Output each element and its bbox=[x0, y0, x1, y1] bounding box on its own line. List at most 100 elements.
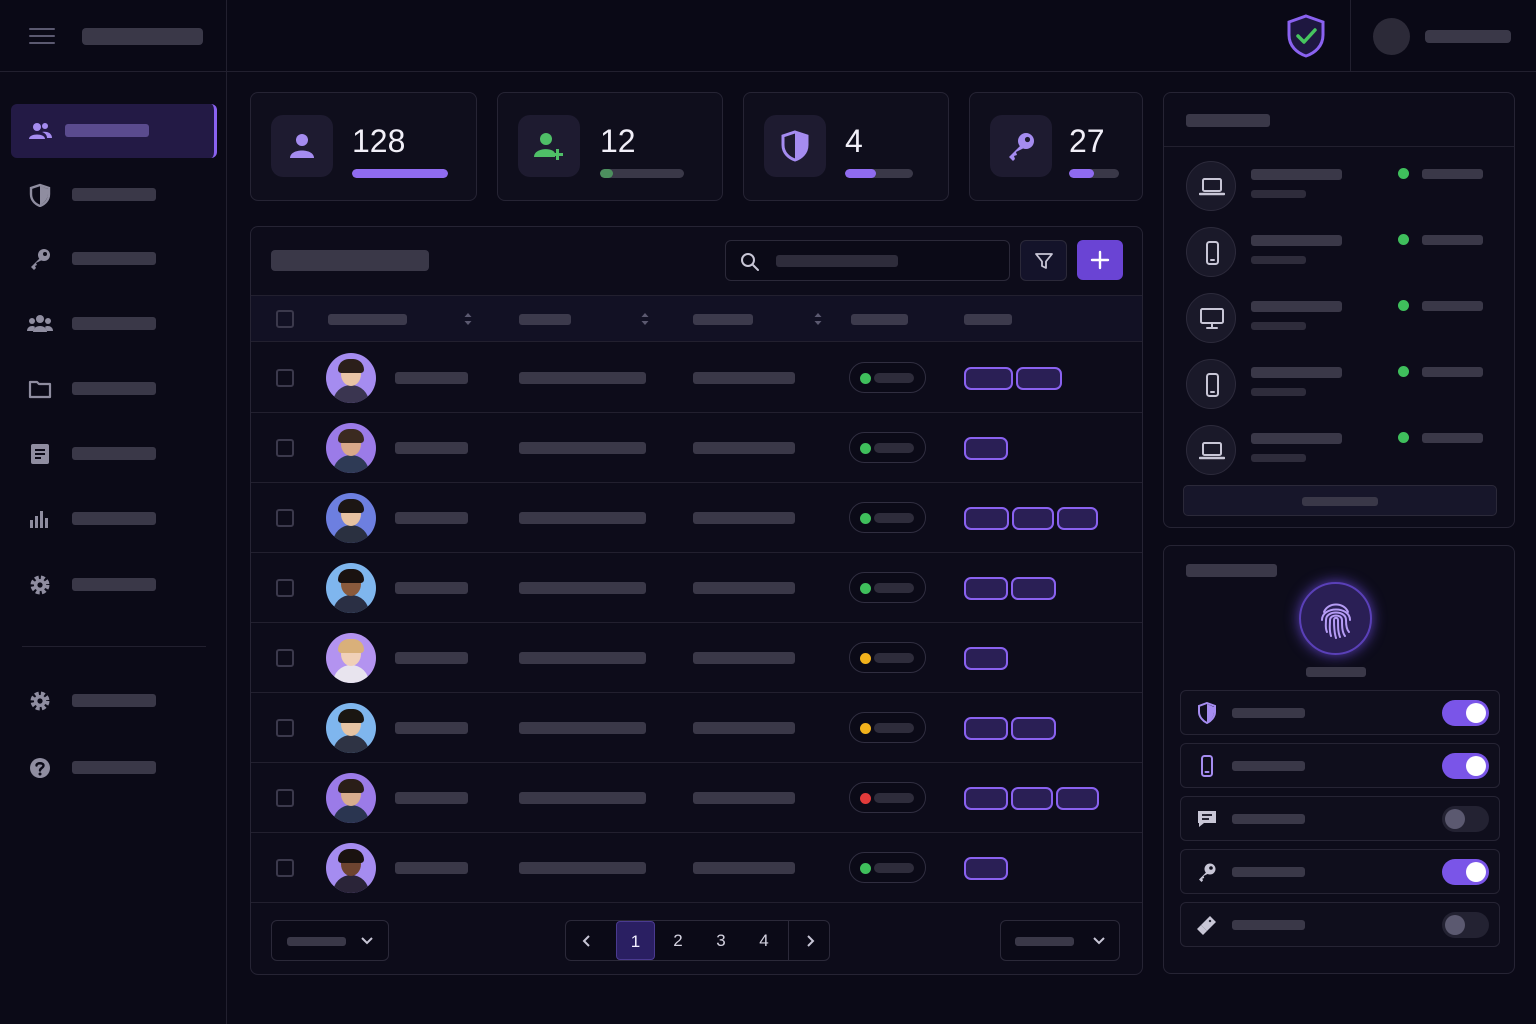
table-row[interactable] bbox=[251, 553, 1142, 623]
row-checkbox[interactable] bbox=[276, 579, 294, 597]
device-item[interactable] bbox=[1164, 287, 1514, 347]
sidebar-item-settings[interactable] bbox=[11, 558, 217, 612]
avatar bbox=[326, 703, 376, 753]
sidebar-item-documents[interactable] bbox=[11, 427, 217, 481]
role-tag[interactable] bbox=[1011, 577, 1056, 600]
role-tag[interactable] bbox=[1011, 787, 1053, 810]
filter-button[interactable] bbox=[1020, 240, 1067, 281]
row-checkbox[interactable] bbox=[276, 369, 294, 387]
sidebar-item-help[interactable] bbox=[11, 741, 217, 795]
option-toggle[interactable] bbox=[1442, 806, 1489, 832]
page-button-3[interactable]: 3 bbox=[700, 921, 742, 960]
sort-select[interactable] bbox=[1000, 920, 1120, 961]
user-name-cell[interactable] bbox=[395, 512, 468, 524]
column-header[interactable] bbox=[519, 314, 571, 325]
rows-per-page-select[interactable] bbox=[271, 920, 389, 961]
table-row[interactable] bbox=[251, 833, 1142, 903]
device-item[interactable] bbox=[1164, 353, 1514, 413]
column-header[interactable] bbox=[693, 314, 753, 325]
sort-icon[interactable] bbox=[813, 310, 823, 328]
menu-button[interactable] bbox=[26, 24, 58, 48]
page-button-4[interactable]: 4 bbox=[743, 921, 785, 960]
sidebar-item-label bbox=[72, 382, 156, 395]
stat-icon bbox=[271, 115, 333, 177]
device-item[interactable] bbox=[1164, 419, 1514, 479]
role-tag[interactable] bbox=[964, 367, 1013, 390]
security-status-icon[interactable] bbox=[1284, 13, 1328, 59]
role-tag[interactable] bbox=[964, 647, 1008, 670]
avatar[interactable] bbox=[1373, 18, 1410, 55]
user-name-cell[interactable] bbox=[395, 652, 468, 664]
role-tag[interactable] bbox=[964, 577, 1008, 600]
sidebar-item-reports[interactable] bbox=[11, 492, 217, 546]
stat-card-new-users[interactable]: 12 bbox=[497, 92, 723, 201]
option-toggle[interactable] bbox=[1442, 859, 1489, 885]
table-row[interactable] bbox=[251, 693, 1142, 763]
phone-icon bbox=[1206, 373, 1219, 397]
avatar-body bbox=[333, 875, 369, 893]
option-toggle[interactable] bbox=[1442, 700, 1489, 726]
column-header[interactable] bbox=[851, 314, 908, 325]
role-tag[interactable] bbox=[964, 437, 1008, 460]
user-name-cell[interactable] bbox=[395, 722, 468, 734]
option-toggle[interactable] bbox=[1442, 753, 1489, 779]
search-input[interactable] bbox=[776, 255, 898, 267]
role-tag[interactable] bbox=[964, 857, 1008, 880]
table-row[interactable] bbox=[251, 343, 1142, 413]
sidebar-item-label bbox=[72, 317, 156, 330]
role-tag[interactable] bbox=[1011, 717, 1056, 740]
search-box[interactable] bbox=[725, 240, 1010, 281]
row-checkbox[interactable] bbox=[276, 719, 294, 737]
add-user-button[interactable] bbox=[1077, 240, 1123, 280]
page-button-1[interactable]: 1 bbox=[616, 921, 655, 960]
user-name-cell[interactable] bbox=[395, 442, 468, 454]
sort-icon[interactable] bbox=[463, 310, 473, 328]
group-icon bbox=[27, 315, 53, 332]
view-all-devices-button[interactable] bbox=[1183, 485, 1497, 516]
option-toggle[interactable] bbox=[1442, 912, 1489, 938]
user-name-cell[interactable] bbox=[395, 372, 468, 384]
select-all-checkbox[interactable] bbox=[276, 310, 294, 328]
sidebar-item-preferences[interactable] bbox=[11, 674, 217, 728]
role-tag[interactable] bbox=[1057, 507, 1098, 530]
device-item[interactable] bbox=[1164, 155, 1514, 215]
column-header[interactable] bbox=[964, 314, 1012, 325]
role-tag[interactable] bbox=[964, 787, 1008, 810]
user-name-cell[interactable] bbox=[395, 792, 468, 804]
stat-card-policies[interactable]: 4 bbox=[743, 92, 949, 201]
stat-card-keys[interactable]: 27 bbox=[969, 92, 1143, 201]
device-item[interactable] bbox=[1164, 221, 1514, 281]
row-checkbox[interactable] bbox=[276, 789, 294, 807]
row-checkbox[interactable] bbox=[276, 509, 294, 527]
sidebar-item-groups[interactable] bbox=[11, 297, 217, 351]
stat-card-total-users[interactable]: 128 bbox=[250, 92, 477, 201]
table-row[interactable] bbox=[251, 623, 1142, 693]
sidebar-item-keys[interactable] bbox=[11, 232, 217, 286]
row-checkbox[interactable] bbox=[276, 859, 294, 877]
sidebar-item-security[interactable] bbox=[11, 168, 217, 222]
row-checkbox[interactable] bbox=[276, 439, 294, 457]
prev-page-button[interactable] bbox=[566, 921, 608, 960]
table-row[interactable] bbox=[251, 413, 1142, 483]
biometric-button[interactable] bbox=[1299, 582, 1372, 655]
column-header[interactable] bbox=[328, 314, 407, 325]
table-row[interactable] bbox=[251, 763, 1142, 833]
biometric-label bbox=[1306, 667, 1366, 677]
sidebar-item-files[interactable] bbox=[11, 362, 217, 416]
user-name-cell[interactable] bbox=[395, 862, 468, 874]
table-row[interactable] bbox=[251, 483, 1142, 553]
page-button-2[interactable]: 2 bbox=[657, 921, 699, 960]
avatar-body bbox=[333, 805, 369, 823]
role-tag[interactable] bbox=[964, 507, 1009, 530]
role-tag[interactable] bbox=[1012, 507, 1054, 530]
role-tag[interactable] bbox=[1016, 367, 1062, 390]
email-cell bbox=[519, 442, 646, 454]
next-page-button[interactable] bbox=[788, 921, 830, 960]
role-tag[interactable] bbox=[964, 717, 1008, 740]
sidebar-item-users[interactable] bbox=[11, 104, 217, 158]
sort-icon[interactable] bbox=[640, 310, 650, 328]
row-checkbox[interactable] bbox=[276, 649, 294, 667]
role-tag[interactable] bbox=[1056, 787, 1099, 810]
user-name[interactable] bbox=[1425, 30, 1511, 43]
user-name-cell[interactable] bbox=[395, 582, 468, 594]
